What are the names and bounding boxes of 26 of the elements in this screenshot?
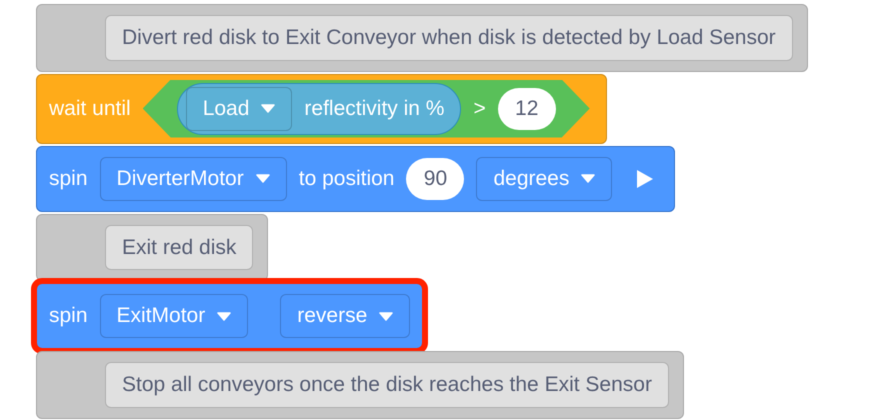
number-input[interactable]: 12 [498,88,556,130]
dropdown-field[interactable]: ExitMotor [100,294,248,338]
block-label: to position [298,166,394,192]
sensor-reporter[interactable]: Load reflectivity in % [176,82,462,134]
caret-icon [217,312,232,320]
caret-icon [261,104,276,113]
reporter-label: reflectivity in % [304,96,444,122]
dropdown-field[interactable]: DiverterMotor [100,156,287,200]
block-label: spin [49,303,88,330]
comment-text: Divert red disk to Exit Conveyor when disk is detected by Load Sensor [105,15,793,60]
dropdown-field[interactable]: degrees [476,156,612,200]
operator-label: > [473,96,486,122]
comment-text: Exit red disk [105,224,254,270]
block-label: wait until [49,96,131,122]
condition-block[interactable]: Load reflectivity in % > 12 [142,80,590,138]
number-input[interactable]: 90 [406,158,464,200]
play-icon[interactable] [636,168,654,188]
comment-text: Stop all conveyors once the disk reaches the Exit Sensor [105,362,669,408]
spin-to-position-block[interactable]: spin DiverterMotor to position 90 degrees [36,146,676,212]
dropdown-field[interactable]: reverse [280,294,410,338]
caret-icon [256,174,270,183]
dropdown-field[interactable]: Load [186,86,292,130]
block-label: spin [49,166,88,192]
caret-icon [379,312,394,320]
wait-until-block[interactable]: wait until Load reflectivity in % > 12 [36,74,607,144]
caret-icon [581,174,596,183]
